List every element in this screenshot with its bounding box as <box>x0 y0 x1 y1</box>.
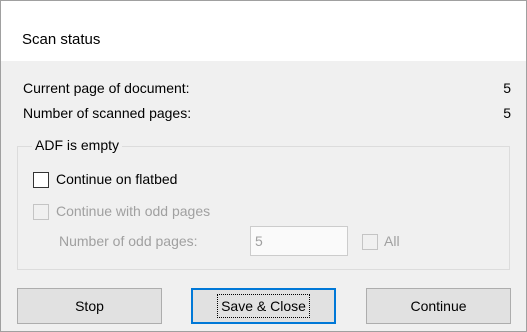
continue-button-label: Continue <box>410 298 467 314</box>
current-page-value: 5 <box>503 80 511 96</box>
current-page-row: Current page of document: 5 <box>23 78 511 98</box>
continue-flatbed-checkbox[interactable] <box>33 172 49 188</box>
continue-button[interactable]: Continue <box>366 288 511 324</box>
continue-odd-label[interactable]: Continue with odd pages <box>56 203 210 219</box>
dialog-title: Scan status <box>22 31 101 48</box>
save-close-button[interactable]: Save & Close <box>191 288 336 324</box>
odd-pages-input[interactable] <box>250 226 348 256</box>
stop-button[interactable]: Stop <box>17 288 162 324</box>
current-page-label: Current page of document: <box>23 80 190 96</box>
scanned-pages-row: Number of scanned pages: 5 <box>23 103 511 123</box>
scanned-pages-value: 5 <box>503 105 511 121</box>
continue-flatbed-label[interactable]: Continue on flatbed <box>56 171 177 187</box>
save-close-button-label: Save & Close <box>217 294 310 318</box>
all-checkbox[interactable] <box>362 234 378 250</box>
scanned-pages-label: Number of scanned pages: <box>23 105 192 121</box>
adf-group-label: ADF is empty <box>32 137 123 153</box>
dialog-header: Scan status <box>1 1 526 61</box>
scan-status-dialog: Scan status Current page of document: 5 … <box>0 0 527 332</box>
all-label[interactable]: All <box>384 233 400 249</box>
continue-odd-checkbox[interactable] <box>33 204 49 220</box>
odd-pages-label: Number of odd pages: <box>59 233 198 249</box>
stop-button-label: Stop <box>75 298 104 314</box>
